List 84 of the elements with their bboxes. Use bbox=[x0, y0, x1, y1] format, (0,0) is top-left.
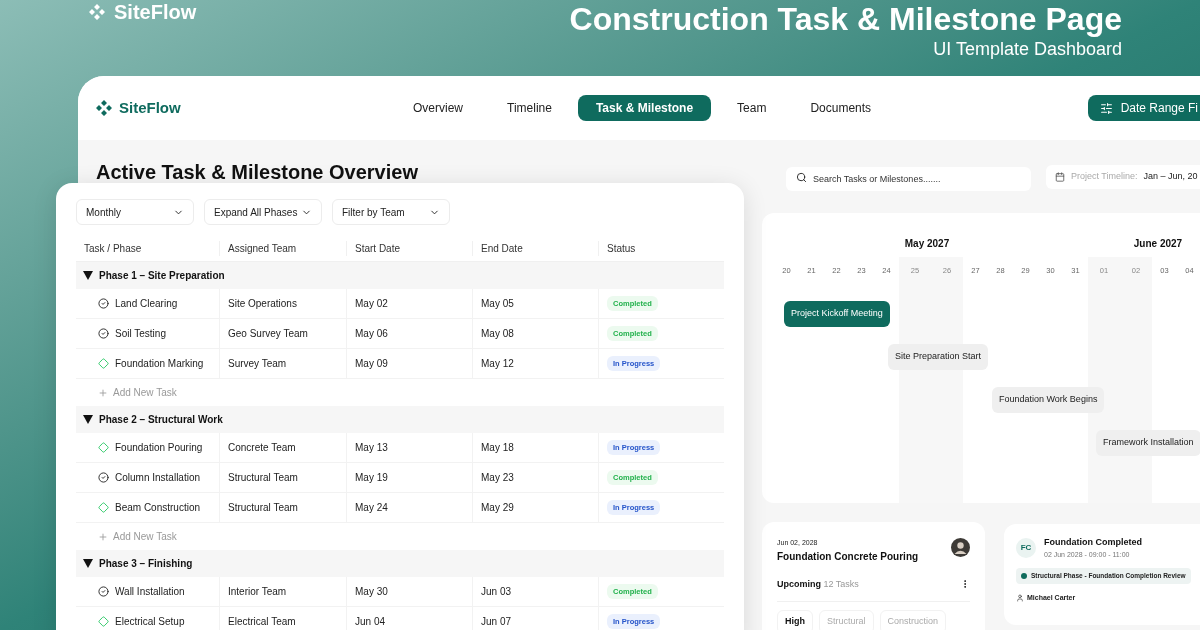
project-timeline-field[interactable]: Project Timeline: Jan – Jun, 20 bbox=[1046, 165, 1200, 189]
column-header: Status bbox=[598, 241, 724, 256]
banner-title: Construction Task & Milestone Page bbox=[569, 0, 1122, 38]
table-cell-text: Site Operations bbox=[228, 297, 297, 311]
phase-row[interactable]: Phase 2 – Structural Work bbox=[76, 406, 724, 433]
banner-subtitle: UI Template Dashboard bbox=[933, 38, 1122, 60]
nav-tab[interactable]: Task & Milestone bbox=[577, 95, 712, 121]
sliders-icon bbox=[1099, 101, 1113, 115]
table-cell-text: Interior Team bbox=[228, 585, 287, 599]
banner-brand: SiteFlow bbox=[114, 0, 197, 25]
page-title: Active Task & Milestone Overview bbox=[96, 161, 418, 183]
filter-dropdown[interactable]: Filter by Team bbox=[332, 199, 450, 225]
nav-tab[interactable]: Team bbox=[719, 95, 785, 121]
table-cell-text: May 23 bbox=[481, 471, 514, 485]
triangle-down-icon bbox=[83, 415, 93, 424]
avatar bbox=[951, 538, 970, 557]
table-cell-text: May 02 bbox=[355, 297, 388, 311]
field-value: Jan – Jun, 20 bbox=[1143, 170, 1198, 184]
table-cell-text: May 12 bbox=[481, 357, 514, 371]
phase-title: Phase 2 – Structural Work bbox=[99, 413, 223, 427]
timeline-event[interactable]: Framework Installation bbox=[1096, 430, 1200, 456]
table-cell-text: May 06 bbox=[355, 327, 388, 341]
task-name: Land Clearing bbox=[115, 297, 178, 311]
nav-tab[interactable]: Overview bbox=[395, 95, 481, 121]
table-cell-text: May 19 bbox=[355, 471, 388, 485]
table-cell-text: Concrete Team bbox=[228, 441, 296, 455]
column-header: End Date bbox=[472, 241, 598, 256]
task-name: Column Installation bbox=[115, 471, 201, 485]
phase-row[interactable]: Phase 1 – Site Preparation bbox=[76, 262, 724, 289]
task-name: Soil Testing bbox=[115, 327, 166, 341]
search-field[interactable]: Search Tasks or Milestones....... bbox=[786, 167, 1031, 191]
task-status: Upcoming 12 Tasks bbox=[777, 577, 859, 591]
timeline-event[interactable]: Foundation Work Begins bbox=[992, 387, 1105, 413]
phase-row[interactable]: Phase 3 – Finishing bbox=[76, 550, 724, 577]
filter-dropdown[interactable]: Expand All Phases bbox=[204, 199, 322, 225]
task-name: Wall Installation bbox=[115, 585, 185, 599]
tag[interactable]: High bbox=[777, 610, 813, 630]
phase-title: Phase 1 – Site Preparation bbox=[99, 269, 225, 283]
task-name: Foundation Marking bbox=[115, 357, 204, 371]
initials-avatar: FC bbox=[1016, 538, 1036, 558]
table-cell-text: Electrical Team bbox=[228, 615, 296, 629]
person-icon bbox=[1016, 594, 1024, 602]
triangle-down-icon bbox=[83, 271, 93, 280]
timeline-event[interactable]: Project Kickoff Meeting bbox=[784, 301, 890, 327]
table-cell-text: May 13 bbox=[355, 441, 388, 455]
table-cell-text: May 30 bbox=[355, 585, 388, 599]
table-cell-text: May 29 bbox=[481, 501, 514, 515]
task-title: Foundation Concrete Pouring bbox=[777, 549, 919, 564]
column-header: Assigned Team bbox=[219, 241, 346, 256]
plus-icon bbox=[98, 387, 108, 398]
table-cell-text: May 18 bbox=[481, 441, 514, 455]
search-icon bbox=[796, 171, 807, 183]
nav-tab[interactable]: Timeline bbox=[489, 95, 570, 121]
milestone-title: Foundation Completed bbox=[1044, 536, 1142, 549]
month-label: June 2027 bbox=[1133, 237, 1183, 251]
calendar-icon bbox=[1055, 172, 1065, 182]
logo-icon bbox=[88, 3, 106, 21]
task-name: Beam Construction bbox=[115, 501, 201, 515]
logo-icon bbox=[95, 99, 113, 117]
table-cell-text: Geo Survey Team bbox=[228, 327, 308, 341]
timeline-event[interactable]: Site Preparation Start bbox=[888, 344, 989, 370]
table-cell-text: Jun 04 bbox=[355, 615, 386, 629]
table-cell-text: May 08 bbox=[481, 327, 514, 341]
triangle-down-icon bbox=[83, 559, 93, 568]
table-cell-text: May 05 bbox=[481, 297, 514, 311]
nav-tab[interactable]: Documents bbox=[792, 95, 890, 121]
table-cell-text: May 09 bbox=[355, 357, 388, 371]
table-cell-text: Structural Team bbox=[228, 471, 298, 485]
date-range-button[interactable]: Date Range Fi bbox=[1087, 95, 1200, 121]
plus-icon bbox=[98, 531, 108, 542]
field-label: Project Timeline: bbox=[1071, 170, 1138, 184]
task-name: Electrical Setup bbox=[115, 615, 185, 629]
table-cell-text: May 24 bbox=[355, 501, 388, 515]
table-cell-text: Survey Team bbox=[228, 357, 287, 371]
table-cell-text: Structural Team bbox=[228, 501, 298, 515]
month-label: May 2027 bbox=[904, 237, 950, 251]
column-header: Start Date bbox=[346, 241, 472, 256]
task-name: Foundation Pouring bbox=[115, 441, 203, 455]
column-header: Task / Phase bbox=[83, 242, 143, 256]
table-cell-text: Jun 07 bbox=[481, 615, 512, 629]
table-cell-text: Jun 03 bbox=[481, 585, 512, 599]
filter-dropdown[interactable]: Monthly bbox=[76, 199, 194, 225]
nav-brand: SiteFlow bbox=[119, 97, 181, 118]
phase-title: Phase 3 – Finishing bbox=[99, 557, 193, 571]
